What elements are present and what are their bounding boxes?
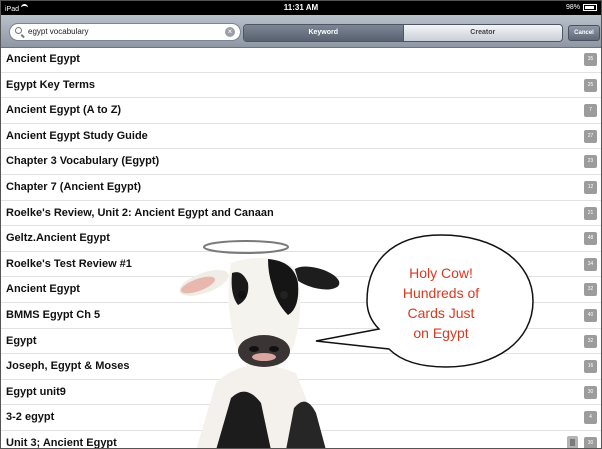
list-item-title: Geltz.Ancient Egypt xyxy=(6,232,110,245)
card-count-badge: 21 xyxy=(584,206,597,220)
list-item[interactable]: Ancient Egypt 35 xyxy=(1,47,601,73)
list-item-title: Chapter 7 (Ancient Egypt) xyxy=(6,180,142,193)
list-item-title: Ancient Egypt xyxy=(6,283,80,296)
card-count-badge: 7 xyxy=(584,104,597,118)
callout-line: Hundreds of xyxy=(402,285,480,301)
list-item-title: Egypt Key Terms xyxy=(6,78,96,91)
search-bar: egypt vocabulary × Keyword Creator Cance… xyxy=(1,15,601,48)
list-item[interactable]: Egypt Key Terms 25 xyxy=(1,73,601,99)
callout-line: on Egypt xyxy=(413,325,469,341)
list-item[interactable]: Chapter 7 (Ancient Egypt) 12 xyxy=(1,175,601,201)
list-item-title: Ancient Egypt Study Guide xyxy=(6,129,148,142)
card-count-badge: 32 xyxy=(584,283,597,297)
card-count-badge: 30 xyxy=(584,436,597,448)
card-count-badge: 40 xyxy=(584,308,597,322)
list-item-title: 3-2 egypt xyxy=(6,411,55,424)
list-item-title: Ancient Egypt xyxy=(6,53,80,65)
card-count-badge: 23 xyxy=(584,155,597,169)
battery-percent: 98% xyxy=(565,4,580,11)
clear-icon[interactable]: × xyxy=(225,27,235,37)
cancel-button[interactable]: Cancel xyxy=(568,25,600,41)
card-count-badge: 35 xyxy=(584,53,597,66)
list-item-title: Chapter 3 Vocabulary (Egypt) xyxy=(6,155,160,168)
search-icon xyxy=(15,27,22,34)
search-input[interactable]: egypt vocabulary × xyxy=(9,23,241,41)
segment-creator[interactable]: Creator xyxy=(402,25,562,41)
card-count-badge: 16 xyxy=(584,360,597,374)
search-scope-control: Keyword Creator xyxy=(243,24,563,42)
card-count-badge: 25 xyxy=(584,78,597,92)
app-window: iPad 11:31 AM 98% egypt vocabulary × Key… xyxy=(0,0,602,449)
card-count-badge: 48 xyxy=(584,232,597,246)
list-item-title: Ancient Egypt (A to Z) xyxy=(6,104,122,117)
segment-keyword[interactable]: Keyword xyxy=(244,25,403,41)
book-icon xyxy=(567,435,578,448)
status-bar: iPad 11:31 AM 98% xyxy=(1,1,601,15)
list-item-title: BMMS Egypt Ch 5 xyxy=(6,308,101,321)
card-count-badge: 27 xyxy=(584,129,597,143)
card-count-badge: 32 xyxy=(584,334,597,348)
list-item[interactable]: Chapter 3 Vocabulary (Egypt) 23 xyxy=(1,149,601,175)
battery-icon xyxy=(583,4,597,11)
card-count-badge: 34 xyxy=(584,257,597,271)
status-battery: 98% xyxy=(566,4,597,11)
list-item-title: Joseph, Egypt & Moses xyxy=(6,360,130,373)
callout-line: Holy Cow! xyxy=(409,265,473,281)
list-item[interactable]: Ancient Egypt Study Guide 27 xyxy=(1,124,601,150)
callout-text: Holy Cow! Hundreds of Cards Just on Egyp… xyxy=(387,263,495,343)
card-count-badge: 4 xyxy=(584,411,597,425)
card-count-badge: 30 xyxy=(584,385,597,399)
callout-line: Cards Just xyxy=(407,305,475,321)
status-time: 11:31 AM xyxy=(283,3,319,12)
list-item-title: Roelke's Review, Unit 2: Ancient Egypt a… xyxy=(6,206,274,219)
list-item-title: Unit 3; Ancient Egypt xyxy=(6,436,117,449)
list-item[interactable]: Ancient Egypt (A to Z) 7 xyxy=(1,98,601,124)
list-item-title: Egypt unit9 xyxy=(6,385,66,398)
list-item-title: Roelke's Test Review #1 xyxy=(6,257,132,270)
card-count-badge: 12 xyxy=(584,180,597,194)
list-item[interactable]: Roelke's Review, Unit 2: Ancient Egypt a… xyxy=(1,201,601,227)
list-item-title: Egypt xyxy=(6,334,37,347)
search-query: egypt vocabulary xyxy=(28,27,89,36)
